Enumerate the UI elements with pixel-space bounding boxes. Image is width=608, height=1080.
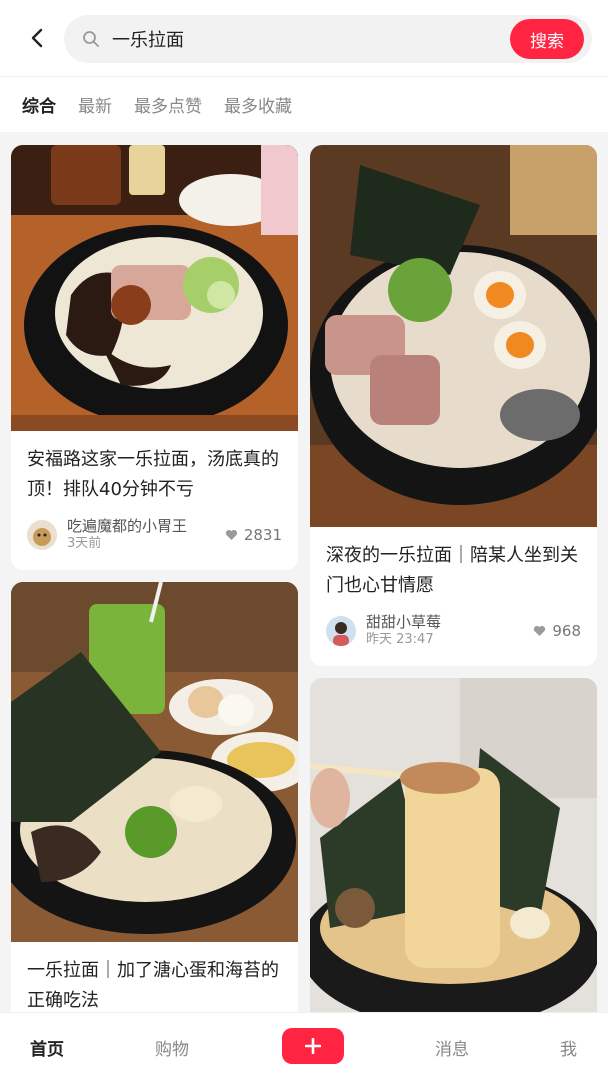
nav-messages[interactable]: 消息 (435, 1035, 469, 1060)
bottom-navigation: 首页 购物 消息 我 (0, 1012, 608, 1080)
heart-icon (534, 625, 546, 636)
search-input[interactable] (112, 28, 492, 50)
post-time: 昨天 23:47 (366, 632, 434, 647)
tab-latest[interactable]: 最新 (78, 92, 112, 117)
tab-most-liked[interactable]: 最多点赞 (134, 92, 202, 117)
author-name[interactable]: 甜甜小草莓 (366, 613, 533, 631)
search-bar[interactable]: 搜索 (64, 15, 592, 63)
nav-me[interactable]: 我 (560, 1035, 577, 1060)
note-meta: 吃遍魔都的小胃王 3天前 2831 (11, 517, 298, 553)
note-title: 深夜的一乐拉面｜陪某人坐到关门也心甘情愿 (326, 545, 578, 596)
heart-icon (225, 529, 237, 540)
note-cover-image (11, 582, 298, 942)
note-card[interactable]: 一乐拉面｜加了溏心蛋和海苔的正确吃法 (11, 582, 298, 1012)
note-cover-image (310, 145, 597, 527)
avatar[interactable] (27, 520, 57, 550)
plus-icon (305, 1038, 321, 1054)
search-button[interactable]: 搜索 (510, 19, 584, 59)
like-button[interactable]: 968 (533, 622, 581, 640)
note-title: 安福路这家一乐拉面，汤底真的顶！排队40分钟不亏 (27, 449, 279, 500)
tab-most-saved[interactable]: 最多收藏 (224, 92, 292, 117)
note-cover-image (310, 678, 597, 1012)
note-cover-image (11, 145, 298, 431)
chevron-left-icon (31, 28, 43, 48)
note-card[interactable]: 安福路这家一乐拉面，汤底真的顶！排队40分钟不亏 吃遍魔都的小胃王 3天前 28… (11, 145, 298, 570)
sort-tabs: 综合 最新 最多点赞 最多收藏 (0, 76, 608, 132)
top-bar: 搜索 (0, 0, 608, 76)
note-card[interactable]: 深夜的一乐拉面｜陪某人坐到关门也心甘情愿 甜甜小草莓 昨天 23:47 968 (310, 145, 597, 666)
note-card[interactable] (310, 678, 597, 1012)
back-button[interactable] (18, 18, 58, 58)
like-button[interactable]: 2831 (225, 526, 282, 544)
avatar[interactable] (326, 616, 356, 646)
tab-comprehensive[interactable]: 综合 (22, 92, 56, 117)
nav-home[interactable]: 首页 (30, 1035, 64, 1060)
note-meta: 甜甜小草莓 昨天 23:47 968 (310, 613, 597, 649)
author-name[interactable]: 吃遍魔都的小胃王 (67, 517, 225, 535)
nav-shop[interactable]: 购物 (155, 1035, 189, 1060)
create-post-button[interactable] (282, 1028, 344, 1064)
post-time: 3天前 (67, 536, 102, 551)
like-count: 2831 (243, 526, 282, 544)
like-count: 968 (552, 622, 581, 640)
note-title: 一乐拉面｜加了溏心蛋和海苔的正确吃法 (27, 960, 279, 1011)
search-icon (82, 29, 102, 49)
search-results-feed[interactable]: 安福路这家一乐拉面，汤底真的顶！排队40分钟不亏 吃遍魔都的小胃王 3天前 28… (0, 132, 608, 1012)
